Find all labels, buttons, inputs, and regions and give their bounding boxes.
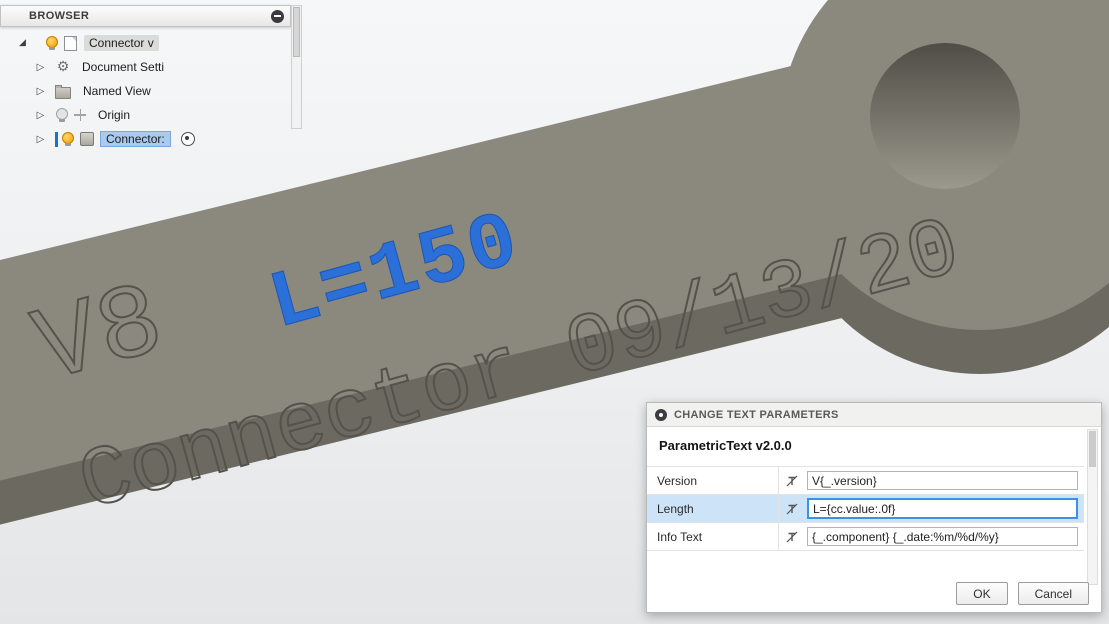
no-formatting-icon [779, 502, 805, 516]
browser-header[interactable]: BROWSER [0, 5, 291, 27]
browser-row-document-settings[interactable]: Document Setti [0, 55, 291, 79]
visibility-bulb-icon[interactable] [61, 132, 74, 147]
browser-row-root-document[interactable]: Connector v [0, 31, 291, 55]
param-value-input-length[interactable] [807, 498, 1078, 519]
browser-scrollbar[interactable] [291, 5, 302, 129]
param-row-version[interactable]: Version [647, 467, 1084, 495]
dialog-buttons: OK Cancel [956, 582, 1089, 605]
component-icon [80, 132, 94, 146]
parameters-table: Version Length [647, 466, 1084, 551]
dialog-titlebar[interactable]: CHANGE TEXT PARAMETERS [647, 403, 1101, 427]
browser-panel: BROWSER Connector v Document Setti [0, 5, 291, 151]
browser-row-component-connector[interactable]: Connector: [0, 127, 291, 151]
browser-row-label-selected[interactable]: Connector: [100, 131, 171, 147]
change-text-parameters-dialog: CHANGE TEXT PARAMETERS ParametricText v2… [646, 402, 1102, 613]
browser-row-label[interactable]: Origin [93, 107, 135, 123]
ok-button[interactable]: OK [956, 582, 1007, 605]
visibility-bulb-icon[interactable] [45, 36, 58, 51]
selection-accent-bar [55, 132, 58, 147]
browser-row-origin[interactable]: Origin [0, 103, 291, 127]
param-label[interactable]: Version [647, 467, 779, 494]
browser-row-named-views[interactable]: Named View [0, 79, 291, 103]
browser-row-label[interactable]: Named View [78, 83, 156, 99]
disclosure-collapsed-icon[interactable] [34, 85, 47, 98]
dialog-scrollbar-thumb[interactable] [1089, 431, 1096, 467]
origin-axes-icon [74, 109, 86, 122]
param-value-input-info[interactable] [807, 527, 1078, 546]
browser-tree: Connector v Document Setti Named View Or… [0, 31, 291, 151]
param-value-input-version[interactable] [807, 471, 1078, 490]
dialog-title: CHANGE TEXT PARAMETERS [674, 409, 839, 421]
param-label[interactable]: Length [647, 495, 779, 522]
browser-row-label[interactable]: Connector v [84, 35, 159, 51]
browser-scrollbar-thumb[interactable] [293, 7, 300, 57]
model-hole[interactable] [870, 43, 1020, 189]
dialog-scrollbar[interactable] [1087, 429, 1098, 585]
fusion-window: V8 L=150 Connector 09/13/20 BROWSER Conn… [0, 0, 1109, 624]
visibility-bulb-off-icon[interactable] [55, 108, 68, 123]
param-label[interactable]: Info Text [647, 523, 779, 550]
browser-row-label[interactable]: Document Setti [77, 59, 169, 75]
folder-icon [55, 87, 71, 99]
no-formatting-icon [779, 530, 805, 544]
collapse-panel-icon[interactable] [271, 10, 284, 23]
cancel-button[interactable]: Cancel [1018, 582, 1089, 605]
dialog-grip-icon[interactable] [655, 409, 667, 421]
disclosure-collapsed-icon[interactable] [34, 61, 47, 74]
disclosure-expanded-icon[interactable] [16, 36, 29, 50]
document-icon [64, 36, 77, 51]
addin-heading: ParametricText v2.0.0 [647, 427, 1101, 466]
disclosure-collapsed-icon[interactable] [34, 109, 47, 122]
no-formatting-icon [779, 474, 805, 488]
param-row-info-text[interactable]: Info Text [647, 523, 1084, 551]
activate-component-icon[interactable] [181, 132, 195, 146]
disclosure-collapsed-icon[interactable] [34, 133, 47, 146]
browser-panel-title: BROWSER [29, 10, 271, 22]
gear-icon [55, 59, 71, 75]
param-row-length[interactable]: Length [647, 495, 1084, 523]
